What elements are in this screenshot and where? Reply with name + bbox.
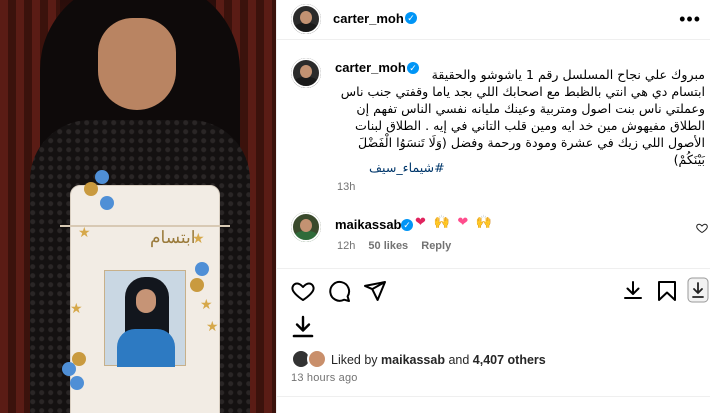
star-icon: ★ [200, 296, 213, 312]
verified-badge-icon: ✓ [401, 219, 413, 231]
comment-timestamp[interactable]: 12h [337, 240, 355, 252]
balloon-decoration [72, 352, 86, 366]
balloon-decoration [190, 278, 204, 292]
bookmark-icon[interactable] [655, 279, 679, 303]
comment-likes[interactable]: 50 likes [368, 240, 408, 252]
liked-by-row: Liked by maikassab and 4,407 others [291, 349, 710, 371]
raised-hands-icon: 🙌 [433, 214, 452, 229]
cake-text: ابتسام [150, 228, 196, 248]
comment-reply-button[interactable]: Reply [421, 240, 451, 252]
post-timestamp[interactable]: 13 hours ago [291, 372, 358, 384]
author-username[interactable]: carter_moh [333, 11, 404, 26]
star-icon: ★ [206, 318, 219, 334]
caption-line: الطلاق مفيهوش مين خد ايه ومين قلب التاني… [355, 118, 705, 133]
send-icon[interactable] [363, 279, 387, 303]
post-details-panel: carter_moh ✓ ••• carter_moh ✓ مبروك علي … [276, 0, 710, 413]
download-icon[interactable] [621, 279, 645, 303]
commenter-avatar[interactable] [291, 212, 321, 242]
liked-by-username[interactable]: maikassab [381, 353, 445, 367]
star-icon: ★ [70, 300, 83, 316]
balloon-decoration [95, 170, 109, 184]
likes-count[interactable]: 4,407 others [473, 353, 546, 367]
cake-photo-print [104, 270, 186, 367]
caption-line: وعملتي ناس بنت اصول ومتربية وعينك مليانه… [356, 101, 705, 116]
caption-line: الأصول اللي زيك في عشرة ومودة ورحمة وفضل… [357, 135, 705, 150]
caption-timestamp[interactable]: 13h [337, 181, 355, 193]
verified-badge-icon: ✓ [405, 12, 417, 24]
save-to-device-icon[interactable] [687, 277, 709, 303]
hashtag-link[interactable]: #شيماء_سيف [369, 160, 445, 175]
caption-line: مبروك علي نجاح المسلسل رقم 1 ياشوشو والح… [431, 67, 705, 82]
author-avatar[interactable] [291, 4, 321, 34]
red-heart-icon: ❤ [457, 214, 471, 229]
balloon-decoration [195, 262, 209, 276]
instagram-post-view: ابتسام ★ ★ ★ ★ ★ carter_moh ✓ ••• carter… [0, 0, 710, 413]
raised-hands-icon: 🙌 [475, 214, 495, 229]
liked-by-text: Liked by maikassab and 4,407 others [331, 353, 546, 367]
more-options-icon[interactable]: ••• [679, 9, 701, 30]
post-actions-bar [277, 268, 710, 308]
comment-text: ❤ 🙌 ❤ 🙌 [415, 214, 494, 230]
post-image[interactable]: ابتسام ★ ★ ★ ★ ★ [0, 0, 276, 413]
balloon-decoration [84, 182, 98, 196]
star-icon: ★ [78, 224, 91, 240]
avatar [307, 349, 327, 369]
balloon-decoration [70, 376, 84, 390]
commenter-username[interactable]: maikassab [335, 217, 402, 232]
caption-author-avatar[interactable] [291, 58, 321, 88]
star-icon: ★ [192, 230, 205, 246]
red-heart-icon: ❤ [415, 214, 428, 229]
post-header: carter_moh ✓ ••• [277, 0, 710, 40]
post-caption: مبروك علي نجاح المسلسل رقم 1 ياشوشو والح… [335, 66, 705, 168]
balloon-decoration [100, 196, 114, 210]
comment-icon[interactable] [327, 279, 351, 303]
comment-meta: 12h 50 likes Reply [337, 240, 451, 252]
download-icon[interactable] [291, 314, 315, 340]
woman-face [98, 18, 176, 110]
heart-icon[interactable] [291, 279, 315, 303]
caption-line: ابتسام دي هي انتي بالظبط مع اصحابك اللي … [340, 84, 705, 99]
comment-like-heart-icon[interactable] [696, 222, 708, 237]
liked-by-avatars[interactable] [291, 349, 329, 369]
add-comment-bar[interactable] [277, 396, 710, 413]
